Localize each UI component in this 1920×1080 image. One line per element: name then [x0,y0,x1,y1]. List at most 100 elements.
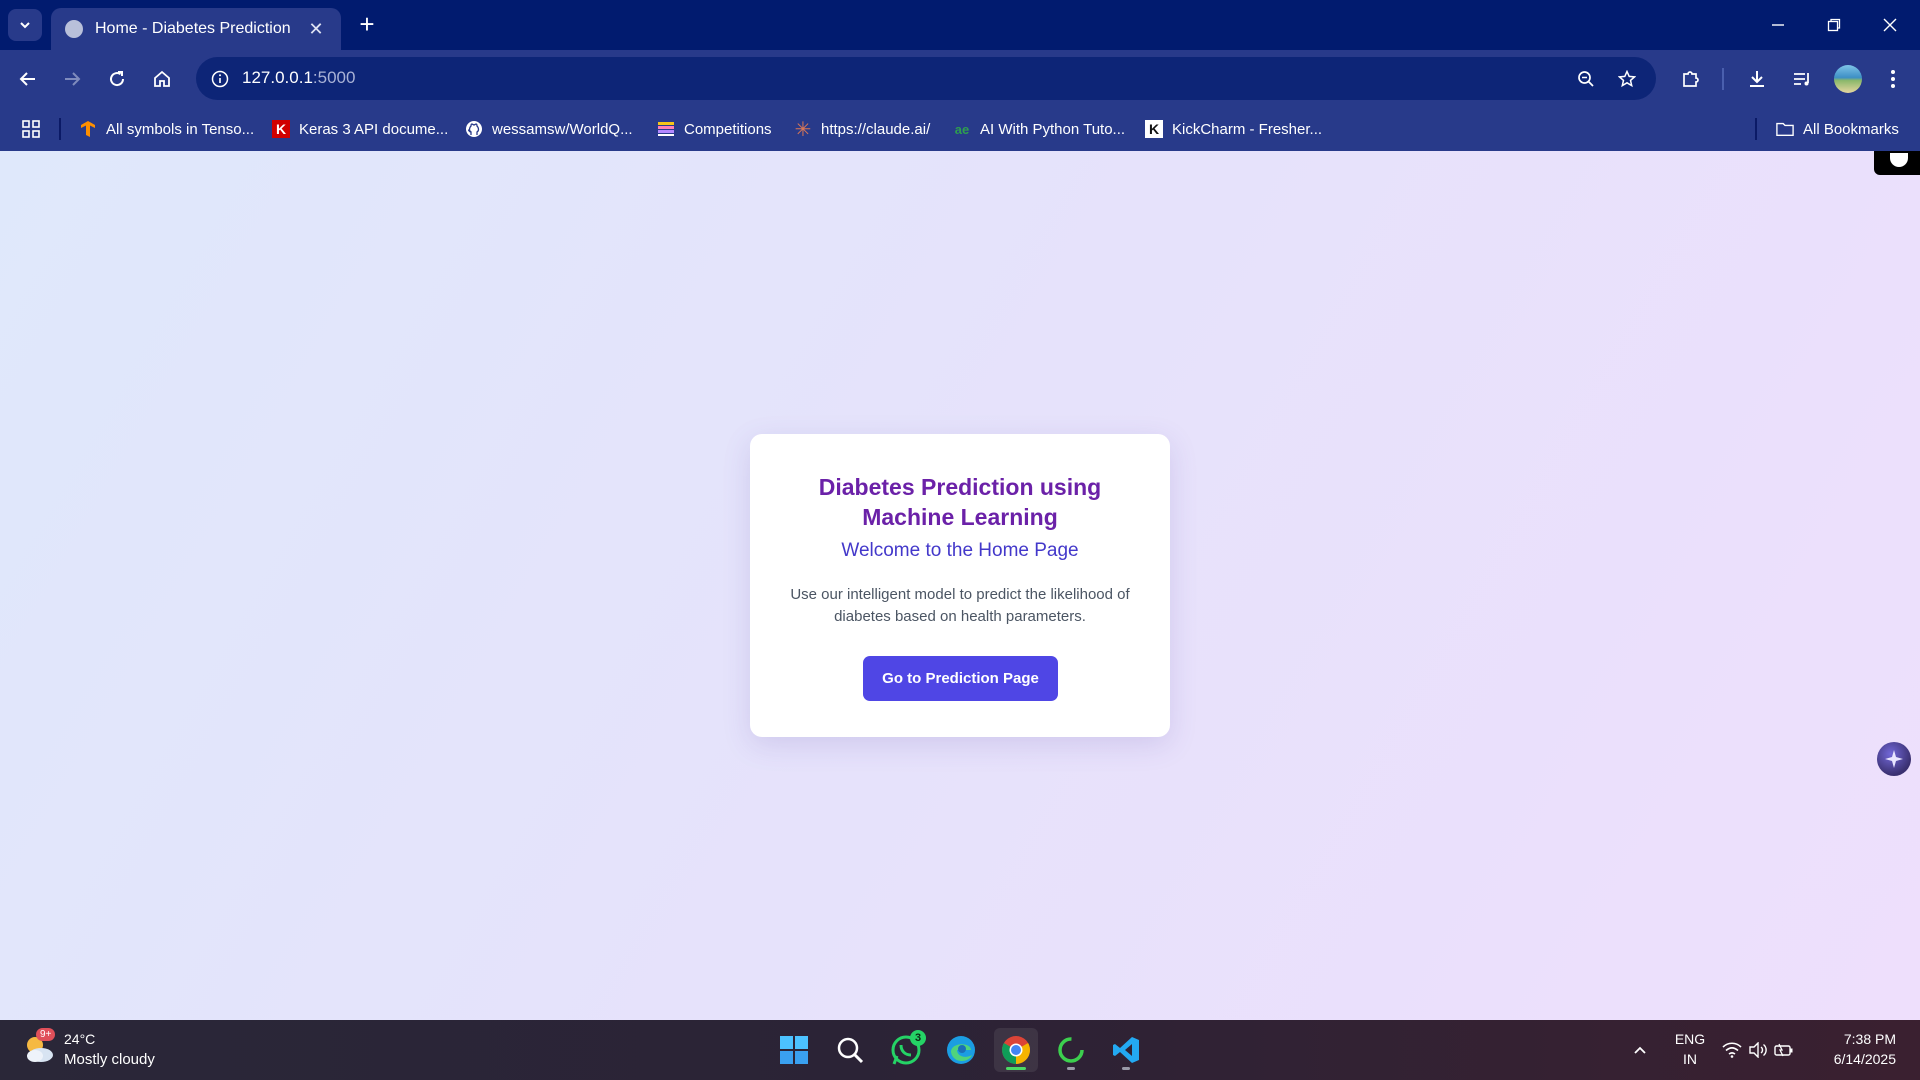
all-bookmarks-label: All Bookmarks [1803,120,1899,138]
restore-icon [1827,18,1841,32]
tab-active[interactable]: Home - Diabetes Prediction ✕ [51,8,341,50]
bookmark-label: Competitions [684,120,772,138]
back-button[interactable] [11,62,45,96]
home-card: Diabetes Prediction using Machine Learni… [750,434,1170,737]
whatsapp-app[interactable]: 3 [884,1028,928,1072]
bookmark-item[interactable]: K KickCharm - Fresher... [1145,117,1322,141]
new-tab-button[interactable]: + [352,10,382,40]
all-bookmarks-button[interactable]: All Bookmarks [1776,117,1899,141]
chevron-down-icon [20,22,30,29]
system-tray-status[interactable] [1722,1038,1794,1062]
arrow-right-icon [65,72,81,86]
bookmark-item[interactable]: Competitions [657,117,772,141]
minimize-button[interactable] [1750,0,1806,50]
folder-icon [1776,120,1794,138]
start-button[interactable] [772,1028,816,1072]
running-indicator [1122,1067,1130,1070]
tab-title: Home - Diabetes Prediction [95,20,291,37]
notification-badge: 3 [910,1030,926,1046]
page-title: Diabetes Prediction using Machine Learni… [818,474,1102,530]
browser-toolbar: 127.0.0.1:5000 [0,50,1920,107]
bookmark-item[interactable]: All symbols in Tenso... [79,117,254,141]
close-window-button[interactable] [1862,0,1918,50]
wifi-icon [1722,1042,1742,1058]
extension-side-tab[interactable] [1874,151,1920,175]
loading-app[interactable] [1049,1028,1093,1072]
search-icon [837,1037,864,1064]
reload-icon [110,71,125,87]
profile-avatar[interactable] [1834,65,1862,93]
browser-menu-button[interactable] [1876,62,1910,96]
url-host: 127.0.0.1 [242,68,313,87]
go-to-prediction-button[interactable]: Go to Prediction Page [863,656,1058,701]
weather-description: Mostly cloudy [64,1051,155,1068]
download-icon [1750,71,1764,87]
show-hidden-icons-button[interactable] [1618,1028,1662,1072]
bookmarks-separator [59,118,61,140]
volume-icon [1749,1042,1767,1058]
bookmarks-separator [1755,118,1757,140]
chevron-up-icon [1634,1046,1646,1054]
vscode-icon [1113,1037,1139,1063]
extensions-button[interactable] [1674,62,1708,96]
clock-date: 6/14/2025 [1833,1051,1896,1067]
reload-button[interactable] [100,62,134,96]
welcome-heading: Welcome to the Home Page [841,540,1079,561]
tutorial-icon: ae [954,121,970,137]
windows-logo-icon [780,1036,808,1064]
site-info-button[interactable] [204,63,236,95]
toolbar-separator [1722,68,1724,90]
zoom-out-icon [1578,71,1594,87]
bookmark-label: All symbols in Tenso... [106,120,255,138]
bookmarks-bar: All symbols in Tenso... K Keras 3 API do… [0,107,1920,151]
tab-search-button[interactable] [8,9,42,41]
bookmark-label: https://claude.ai/ [821,120,931,138]
edge-icon [947,1036,975,1064]
assistant-button[interactable] [1877,742,1911,776]
bookmark-star-button[interactable] [1613,65,1641,93]
restore-button[interactable] [1806,0,1862,50]
clock-time: 7:38 PM [1843,1031,1896,1047]
region-code: IN [1683,1051,1697,1067]
extension-icon [1890,153,1908,167]
bookmark-item[interactable]: wessamsw/WorldQ... [465,117,633,141]
bookmark-label: AI With Python Tuto... [980,120,1126,138]
info-icon [211,70,229,88]
arrow-left-icon [19,72,35,86]
home-button[interactable] [145,62,179,96]
tab-close-button[interactable]: ✕ [305,19,327,40]
apps-grid-icon [22,120,40,138]
windows-taskbar: 9+ 24°C Mostly cloudy 3 ENG IN 7:38 PM 6… [0,1020,1920,1080]
weather-temperature: 24°C [64,1031,96,1047]
globe-icon [65,20,83,38]
downloads-button[interactable] [1740,62,1774,96]
media-control-button[interactable] [1785,62,1819,96]
bookmark-item[interactable]: K Keras 3 API docume... [272,117,448,141]
taskbar-search-button[interactable] [828,1028,872,1072]
edge-app[interactable] [939,1028,983,1072]
language-code: ENG [1674,1031,1706,1047]
playlist-icon [1794,73,1809,86]
forward-button[interactable] [55,62,89,96]
bookmark-item[interactable]: ✳ https://claude.ai/ [794,117,931,141]
bookmark-label: KickCharm - Fresher... [1172,120,1323,138]
address-bar[interactable]: 127.0.0.1:5000 [196,57,1656,100]
more-vertical-icon [1891,70,1895,88]
bookmark-item[interactable]: ae AI With Python Tuto... [953,117,1125,141]
claude-icon: ✳ [794,118,812,141]
description-text: Use our intelligent model to predict the… [790,586,1130,625]
battery-icon [1774,1043,1793,1057]
apps-button[interactable] [21,117,41,141]
browser-tab-strip: Home - Diabetes Prediction ✕ + [0,0,1920,50]
home-icon [154,70,170,87]
competitions-icon [657,120,675,138]
minimize-icon [1772,24,1784,26]
vscode-app[interactable] [1104,1028,1148,1072]
zoom-button[interactable] [1572,65,1600,93]
running-indicator [1067,1067,1075,1070]
sparkle-icon [1885,750,1903,768]
chrome-app[interactable] [994,1028,1038,1072]
star-icon [1618,70,1636,88]
active-indicator [1006,1067,1026,1070]
puzzle-icon [1683,71,1699,87]
